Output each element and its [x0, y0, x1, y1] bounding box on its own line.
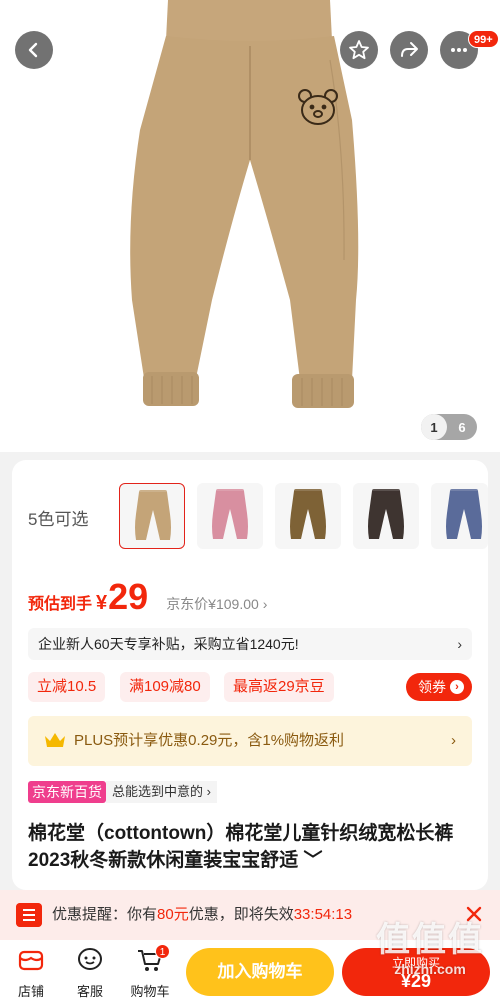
shop-button[interactable]: 店铺	[6, 946, 56, 1000]
share-icon	[401, 42, 418, 57]
bottom-action-bar: 店铺 客服 1 购物车 加入购物车 立即购买 ¥29	[0, 940, 500, 1004]
price-row: 预估到手 ¥ 29 京东价¥109.00 ›	[28, 576, 267, 617]
reminder-middle: 优惠，即将失效	[188, 906, 294, 923]
buy-now-price: ¥29	[400, 971, 432, 991]
color-swatch[interactable]	[119, 483, 185, 549]
customer-service-button[interactable]: 客服	[65, 946, 115, 1000]
department-row[interactable]: 京东新百货 总能选到中意的 ›	[28, 780, 217, 804]
close-icon[interactable]	[464, 904, 484, 924]
plus-text: PLUS预计享优惠0.29元，含1%购物返利	[74, 732, 345, 749]
swatch-thumbnail	[135, 490, 171, 540]
chevron-right-icon: ›	[262, 596, 268, 612]
jd-price-link[interactable]: 京东价¥109.00 ›	[166, 594, 267, 614]
color-swatch[interactable]	[431, 483, 488, 549]
jd-price-text: 京东价¥109.00	[166, 596, 259, 612]
color-swatch[interactable]	[275, 483, 341, 549]
subsidy-text: 企业新人60天专享补贴，采购立省1240元!	[38, 636, 299, 652]
cart-label: 购物车	[130, 984, 170, 999]
gallery-pager: 1 6	[421, 414, 477, 440]
reminder-label: 优惠提醒：你有	[52, 906, 158, 923]
price-value: 29	[108, 576, 149, 617]
product-gallery[interactable]: 99+ 1 6	[0, 0, 500, 452]
reminder-amount: 80元	[157, 906, 189, 923]
add-to-cart-button[interactable]: 加入购物车	[186, 948, 334, 996]
gallery-current: 1	[421, 414, 447, 440]
chevron-right-icon: ›	[457, 636, 462, 652]
product-info-card: 5色可选 预估到手 ¥ 29 京东价¥109.00 › 企业新人60天专享补贴，…	[12, 460, 488, 890]
product-image	[0, 0, 500, 452]
shop-icon	[18, 950, 44, 971]
shop-label: 店铺	[17, 984, 44, 999]
crown-icon	[45, 733, 65, 747]
star-icon	[349, 40, 369, 60]
gallery-total: 6	[458, 419, 466, 435]
reminder-icon	[16, 903, 42, 927]
color-swatch[interactable]	[197, 483, 263, 549]
chevron-right-icon: ›	[451, 732, 456, 749]
enterprise-subsidy-banner[interactable]: 企业新人60天专享补贴，采购立省1240元! ›	[28, 628, 472, 660]
coupon-label: 领券	[418, 679, 446, 695]
chevron-right-icon: ›	[450, 680, 464, 694]
reminder-countdown: 33:54:13	[293, 906, 353, 923]
promo-tags: 立减10.5 满109减80 最高返29京豆 领券 ›	[28, 672, 472, 702]
department-badge: 京东新百货	[28, 781, 106, 803]
swatch-thumbnail	[290, 489, 326, 539]
chat-bubble-icon	[78, 948, 102, 970]
product-title[interactable]: 棉花堂（cottontown）棉花堂儿童针织绒宽松长裤2023秋冬新款休闲童装宝…	[28, 820, 478, 874]
discount-reminder-bar[interactable]: 优惠提醒：你有80元优惠，即将失效33:54:13	[0, 890, 500, 940]
promo-tag[interactable]: 最高返29京豆	[224, 672, 334, 702]
chevron-left-icon	[28, 42, 38, 58]
promo-tag[interactable]: 立减10.5	[28, 672, 106, 702]
swatch-thumbnail	[446, 489, 482, 539]
department-note: 总能选到中意的 ›	[106, 781, 217, 803]
back-button[interactable]	[15, 31, 53, 69]
service-label: 客服	[76, 984, 103, 999]
favorite-button[interactable]	[340, 31, 378, 69]
more-dots-icon	[451, 48, 467, 52]
price-prefix: 预估到手	[28, 596, 93, 613]
plus-member-banner[interactable]: PLUS预计享优惠0.29元，含1%购物返利 ›	[28, 716, 472, 766]
reminder-text: 优惠提醒：你有80元优惠，即将失效33:54:13	[52, 890, 352, 940]
notification-badge: 99+	[468, 30, 499, 48]
color-swatch[interactable]	[353, 483, 419, 549]
color-count-label: 5色可选	[28, 510, 89, 529]
get-coupon-button[interactable]: 领券 ›	[406, 673, 472, 701]
price-currency: ¥	[96, 592, 108, 614]
swatch-thumbnail	[368, 489, 404, 539]
buy-now-label: 立即购买	[391, 956, 440, 970]
share-button[interactable]	[390, 31, 428, 69]
buy-now-button[interactable]: 立即购买 ¥29	[342, 948, 490, 996]
cart-button[interactable]: 1 购物车	[125, 944, 175, 1000]
swatch-thumbnail	[212, 489, 248, 539]
promo-tag[interactable]: 满109减80	[120, 672, 210, 702]
cart-count-badge: 1	[155, 944, 170, 959]
